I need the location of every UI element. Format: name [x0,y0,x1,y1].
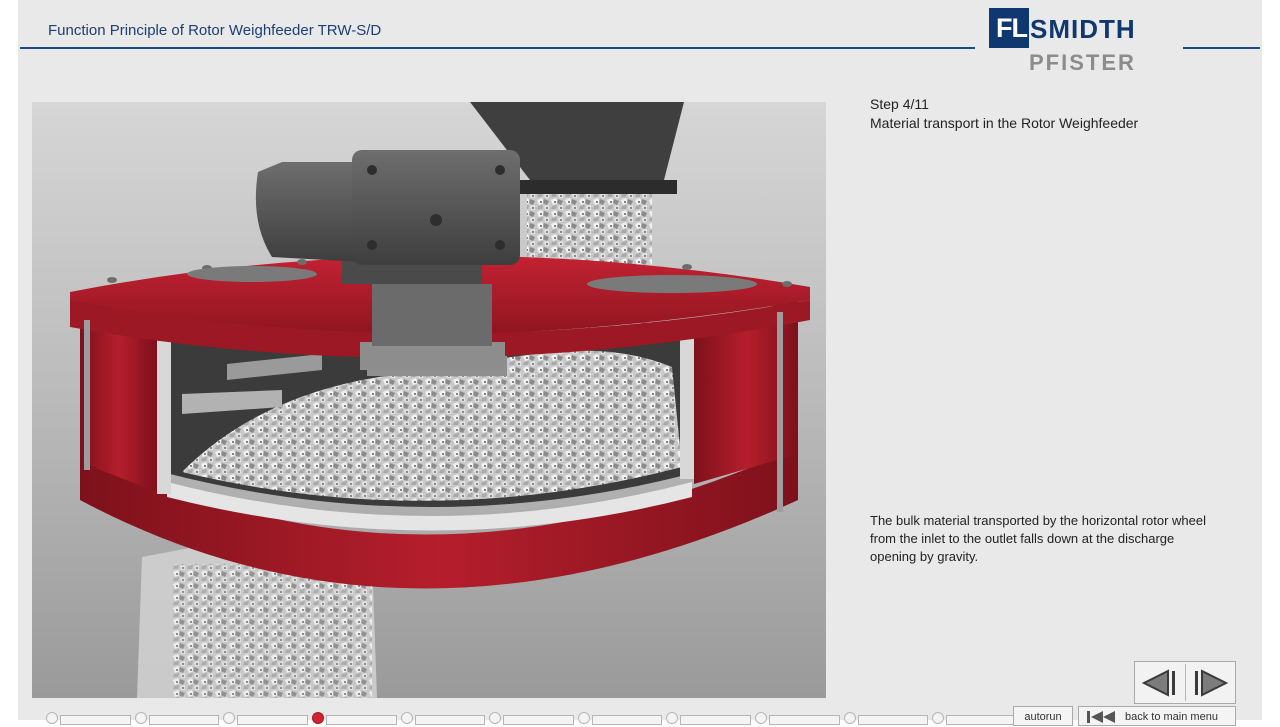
progress-step-3-marker[interactable] [223,712,236,724]
triangle-right-icon [1195,669,1229,697]
header-divider-right [1183,47,1260,49]
flsmidth-pfister-logo: FL SMIDTH PFISTER [989,8,1173,76]
progress-step-5-segment[interactable] [414,715,486,725]
step-progress-bar [32,707,1017,725]
autorun-button[interactable]: autorun [1013,706,1073,726]
skip-back-icon [1087,711,1115,723]
progress-step-10-marker[interactable] [843,712,856,724]
progress-step-7-segment[interactable] [591,715,663,725]
step-navigation [1134,661,1236,704]
progress-step-6-segment[interactable] [503,715,574,725]
progress-step-4-marker[interactable] [311,712,324,724]
progress-step-8-marker[interactable] [666,712,679,724]
page-title: Function Principle of Rotor Weighfeeder … [48,22,382,39]
triangle-left-icon [1141,669,1175,697]
progress-step-9-marker[interactable] [755,712,768,724]
animation-viewport [32,102,826,698]
progress-step-9-segment[interactable] [769,715,840,725]
logo-smidth-text: SMIDTH [1030,14,1136,44]
progress-step-4-segment[interactable] [325,715,397,725]
back-to-main-menu-label: back to main menu [1125,711,1218,723]
progress-step-6-marker[interactable] [489,712,502,724]
progress-step-1-marker[interactable] [46,712,58,724]
rotor-weighfeeder-illustration [32,102,826,698]
header-divider [20,47,975,49]
progress-step-2-segment[interactable] [148,715,220,725]
progress-step-2-marker[interactable] [134,712,147,724]
progress-step-5-marker[interactable] [400,712,413,724]
step-description: The bulk material transported by the hor… [870,513,1207,564]
next-step-button[interactable] [1186,662,1236,703]
step-title: Material transport in the Rotor Weighfee… [870,115,1139,131]
back-to-main-menu-button[interactable]: back to main menu [1078,706,1236,726]
logo-fl-block: FL [989,8,1029,48]
previous-step-button[interactable] [1135,662,1185,703]
step-number: Step 4/11 [870,96,929,112]
progress-step-11-segment[interactable] [946,715,1017,725]
progress-step-7-marker[interactable] [577,712,590,724]
logo-pfister-text: PFISTER [1029,50,1136,75]
progress-step-11-marker[interactable] [932,712,945,724]
progress-step-3-segment[interactable] [237,715,308,725]
progress-step-10-segment[interactable] [857,715,929,725]
progress-step-1-segment[interactable] [60,715,131,725]
progress-step-8-segment[interactable] [680,715,752,725]
